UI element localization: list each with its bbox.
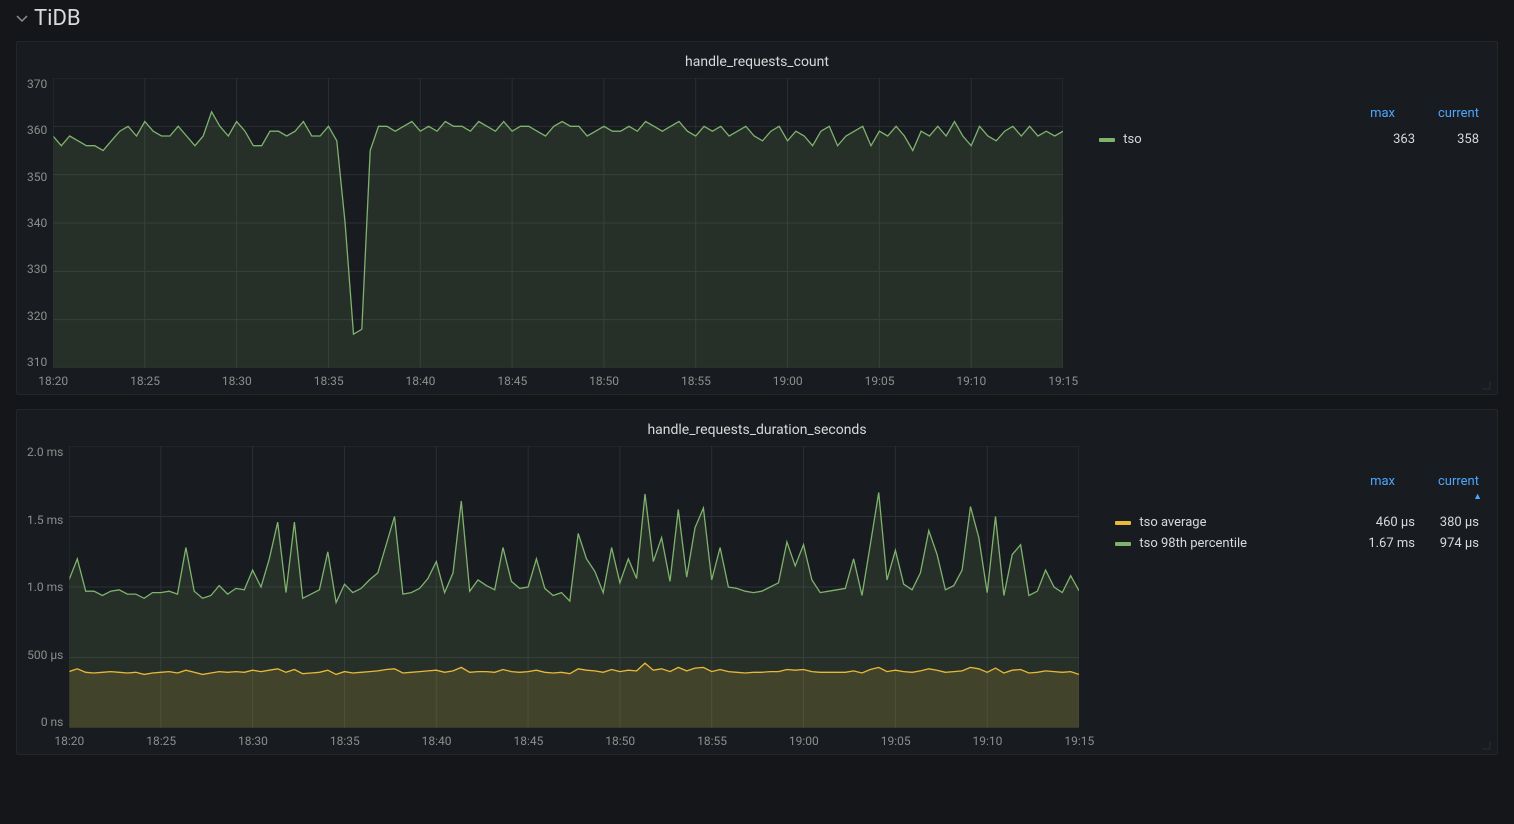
legend-current: 358 [1415,132,1479,147]
legend: max current▲ tso average 460 µs 380 µs t… [1087,446,1487,748]
plot-area[interactable]: 370360350340330320310 18:2018:2518:3018:… [27,78,1063,388]
legend-row[interactable]: tso average 460 µs 380 µs [1115,512,1479,533]
legend-current: 974 µs [1415,536,1479,551]
row-title: TiDB [34,6,81,31]
legend-max: 363 [1351,132,1415,147]
panel-title[interactable]: handle_requests_duration_seconds [27,418,1487,446]
legend-current: 380 µs [1415,515,1479,530]
legend-swatch [1099,138,1115,142]
chart-svg [53,78,1063,368]
legend-swatch [1115,521,1131,525]
panel-title[interactable]: handle_requests_count [27,50,1487,78]
y-axis: 370360350340330320310 [27,78,53,368]
row-header[interactable]: ⋮⋮ TiDB [0,0,1514,41]
plot-area[interactable]: 2.0 ms1.5 ms1.0 ms500 µs0 ns 18:2018:251… [27,446,1079,748]
legend-header-max[interactable]: max [1331,106,1395,121]
resize-handle-icon[interactable] [1479,378,1491,390]
legend-max: 1.67 ms [1351,536,1415,551]
sort-asc-icon: ▲ [1418,491,1482,502]
legend-row[interactable]: tso 363 358 [1099,129,1479,150]
legend-max: 460 µs [1351,515,1415,530]
legend-header-current[interactable]: current▲ [1415,474,1479,504]
x-axis: 18:2018:2518:3018:3518:4018:4518:5018:55… [69,728,1079,748]
legend-row[interactable]: tso 98th percentile 1.67 ms 974 µs [1115,533,1479,554]
y-axis: 2.0 ms1.5 ms1.0 ms500 µs0 ns [27,446,69,728]
panel-handle-requests-duration: handle_requests_duration_seconds 2.0 ms1… [16,409,1498,755]
chevron-down-icon [16,13,28,25]
panel-handle-requests-count: handle_requests_count 370360350340330320… [16,41,1498,395]
legend-name: tso [1123,132,1351,147]
legend-swatch [1115,542,1131,546]
chart-svg [69,446,1079,728]
legend: max current tso 363 358 [1071,78,1487,388]
x-axis: 18:2018:2518:3018:3518:4018:4518:5018:55… [53,368,1063,388]
legend-header-max[interactable]: max [1331,474,1395,504]
legend-header-current[interactable]: current [1415,106,1479,121]
legend-name: tso 98th percentile [1139,536,1351,551]
legend-name: tso average [1139,515,1351,530]
resize-handle-icon[interactable] [1479,738,1491,750]
